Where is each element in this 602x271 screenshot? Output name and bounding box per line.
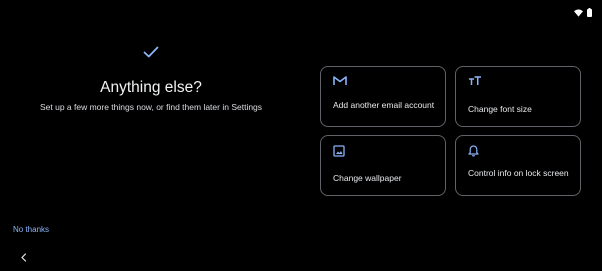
back-arrow-icon[interactable]: [20, 253, 28, 262]
option-card-add-email[interactable]: Add another email account: [320, 66, 446, 127]
option-label: Change wallpaper: [333, 173, 402, 183]
wifi-icon: [574, 8, 583, 17]
option-label: Change font size: [468, 104, 532, 114]
option-card-lock-screen[interactable]: Control info on lock screen: [455, 135, 581, 196]
bell-icon: [468, 145, 479, 157]
battery-icon: [587, 8, 592, 17]
status-bar: [574, 8, 592, 17]
option-label: Add another email account: [333, 100, 435, 110]
no-thanks-button[interactable]: No thanks: [13, 225, 49, 234]
page-title: Anything else?: [100, 79, 202, 96]
page-subtitle: Set up a few more things now, or find th…: [39, 102, 263, 112]
font-size-icon: [469, 76, 481, 85]
option-card-wallpaper[interactable]: Change wallpaper: [320, 135, 446, 196]
wallpaper-icon: [333, 145, 345, 157]
option-label: Control info on lock screen: [468, 168, 569, 178]
checkmark-icon: [143, 46, 159, 58]
option-card-font-size[interactable]: Change font size: [455, 66, 581, 127]
gmail-icon: [333, 76, 347, 85]
